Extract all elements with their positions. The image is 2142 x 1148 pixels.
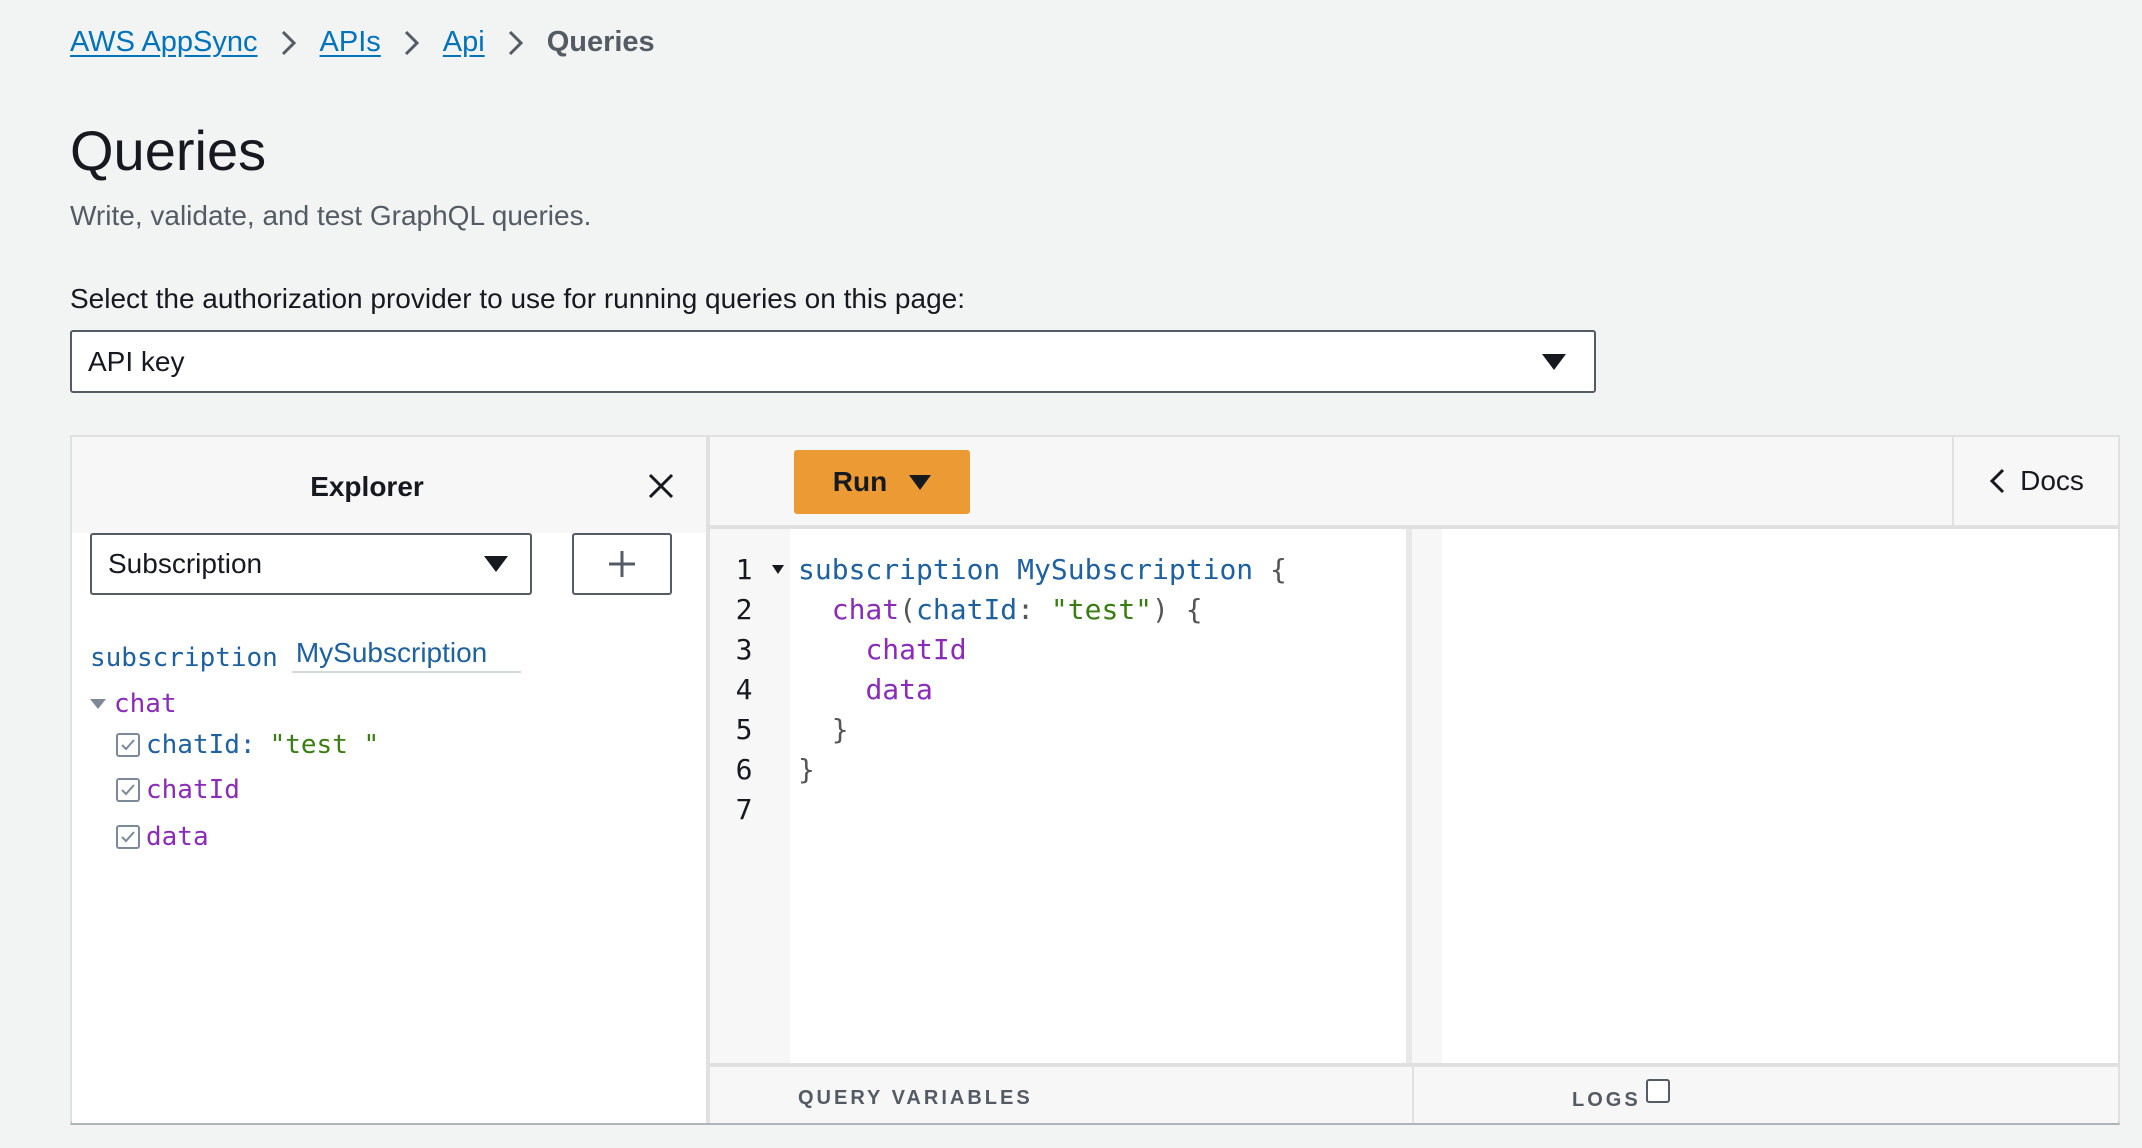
chevron-right-icon xyxy=(507,28,525,58)
line-number: 2 xyxy=(735,593,753,626)
explorer-title: Explorer xyxy=(310,471,424,502)
add-operation-button[interactable] xyxy=(572,533,672,595)
code-paren: ) xyxy=(1152,593,1169,626)
run-button[interactable]: Run xyxy=(794,450,970,514)
operation-definition: subscription MySubscription xyxy=(90,637,522,673)
editor-toolbar: Run Docs xyxy=(710,437,2118,529)
breadcrumb-link-api[interactable]: Api xyxy=(443,26,485,59)
tree-field-chatid[interactable]: chatId xyxy=(116,775,240,805)
page-description: Write, validate, and test GraphQL querie… xyxy=(70,200,592,231)
caret-down-icon xyxy=(909,474,932,490)
explorer-header: Explorer xyxy=(72,437,706,533)
close-icon[interactable] xyxy=(646,471,676,501)
tree-field-label: data xyxy=(146,822,209,852)
code-field: chat xyxy=(831,593,900,626)
breadcrumb: AWS AppSync APIs Api Queries xyxy=(70,26,655,59)
operation-keyword: subscription xyxy=(90,643,278,673)
checkbox-checked-icon[interactable] xyxy=(116,778,140,802)
bottom-bar: QUERY VARIABLES LOGS xyxy=(710,1063,2118,1123)
line-number: 5 xyxy=(735,713,753,746)
tree-field-data[interactable]: data xyxy=(116,822,209,852)
page-title: Queries xyxy=(70,119,267,182)
tree-field-chat[interactable]: chat xyxy=(90,689,177,719)
triangle-down-icon xyxy=(90,699,106,709)
fold-arrow-icon[interactable] xyxy=(772,565,784,574)
line-number: 6 xyxy=(735,753,753,786)
tree-argument-chatid[interactable]: chatId: "test " xyxy=(116,730,379,760)
logs-label: LOGS xyxy=(1572,1089,1641,1111)
auth-provider-label: Select the authorization provider to use… xyxy=(70,283,966,314)
operation-name-input[interactable]: MySubscription xyxy=(291,637,522,673)
chevron-right-icon xyxy=(280,28,298,58)
checkbox-checked-icon[interactable] xyxy=(116,825,140,849)
code-paren: ( xyxy=(899,593,917,626)
auth-provider-value: API key xyxy=(88,345,185,377)
query-variables-toggle[interactable]: QUERY VARIABLES xyxy=(798,1087,1033,1110)
caret-down-icon xyxy=(484,556,508,572)
code-operation-name: MySubscription xyxy=(1017,553,1254,586)
graphiql-panel: Explorer Subscription subscription MySub… xyxy=(70,435,2120,1125)
line-number: 4 xyxy=(735,673,753,706)
code-brace: } xyxy=(831,713,849,746)
line-gutter: 1 2 3 4 5 6 7 xyxy=(710,529,790,1063)
caret-down-icon xyxy=(1542,353,1566,370)
result-pane[interactable] xyxy=(1418,529,2118,1063)
tree-field-label: chat xyxy=(114,689,177,719)
docs-label: Docs xyxy=(2020,465,2084,496)
argument-value[interactable]: "test " xyxy=(270,730,380,760)
divider xyxy=(1412,1067,1414,1123)
auth-provider-select[interactable]: API key xyxy=(70,330,1596,393)
chevron-right-icon xyxy=(403,28,421,58)
code-brace: { xyxy=(1185,593,1203,626)
code-line: chatId xyxy=(798,633,967,666)
logs-checkbox[interactable] xyxy=(1646,1079,1670,1103)
code-brace: { xyxy=(1270,553,1287,586)
chevron-left-icon xyxy=(1989,468,2005,494)
tree-field-label: chatId xyxy=(146,775,240,805)
code-colon: : xyxy=(1017,593,1035,626)
result-gutter xyxy=(1418,529,1442,1063)
plus-icon xyxy=(609,551,635,577)
code-keyword: subscription xyxy=(798,553,1001,586)
code-field: chatId xyxy=(865,633,967,666)
code-line: data xyxy=(798,673,933,706)
breadcrumb-current: Queries xyxy=(546,26,655,58)
code-line: } xyxy=(798,753,815,786)
code-line: } xyxy=(798,713,849,746)
code-field: data xyxy=(865,673,933,706)
operation-type-select[interactable]: Subscription xyxy=(90,533,532,595)
code-arg: chatId xyxy=(916,593,1018,626)
code-brace: } xyxy=(798,753,815,786)
code-string: "test" xyxy=(1050,593,1153,626)
checkbox-checked-icon[interactable] xyxy=(116,733,140,757)
breadcrumb-link-apis[interactable]: APIs xyxy=(320,26,381,59)
query-editor[interactable]: 1 2 3 4 5 6 7 subscription MySubscriptio… xyxy=(710,529,1412,1063)
explorer-pane: Explorer Subscription subscription MySub… xyxy=(72,437,710,1123)
run-label: Run xyxy=(832,466,888,497)
operation-type-value: Subscription xyxy=(108,548,263,579)
docs-button[interactable]: Docs xyxy=(1952,437,2118,525)
argument-name: chatId: xyxy=(146,730,256,760)
code-line: subscription MySubscription { xyxy=(798,553,1287,586)
line-number: 1 xyxy=(735,553,753,586)
breadcrumb-link-appsync[interactable]: AWS AppSync xyxy=(70,26,258,59)
code-line: chat(chatId: "test") { xyxy=(798,593,1203,626)
line-number: 3 xyxy=(735,633,753,666)
line-number: 7 xyxy=(735,793,753,826)
